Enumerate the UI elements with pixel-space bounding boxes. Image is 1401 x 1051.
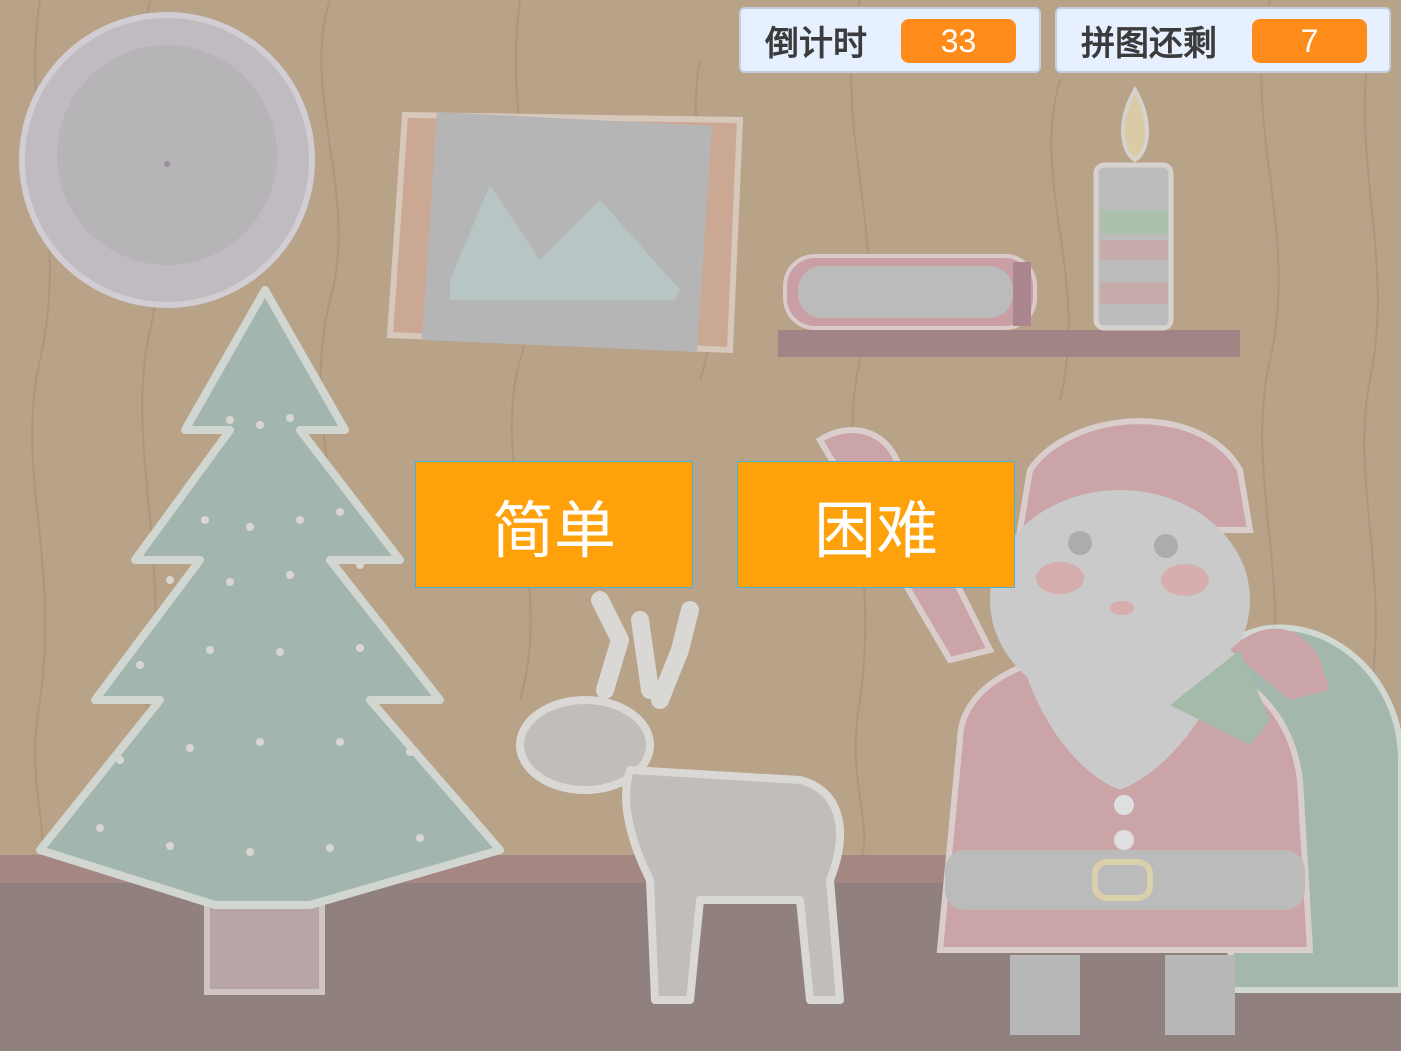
pieces-left-monitor: 拼图还剩 7 bbox=[1055, 7, 1391, 73]
easy-mode-button[interactable]: 简单 bbox=[415, 461, 693, 588]
pieces-left-value: 7 bbox=[1252, 19, 1367, 63]
pieces-left-label: 拼图还剩 bbox=[1081, 23, 1217, 64]
hard-mode-button[interactable]: 困难 bbox=[737, 461, 1015, 588]
game-stage bbox=[0, 0, 1401, 1051]
countdown-label: 倒计时 bbox=[765, 23, 867, 64]
dim-overlay bbox=[0, 0, 1401, 1051]
countdown-monitor: 倒计时 33 bbox=[739, 7, 1041, 73]
countdown-value: 33 bbox=[901, 19, 1016, 63]
